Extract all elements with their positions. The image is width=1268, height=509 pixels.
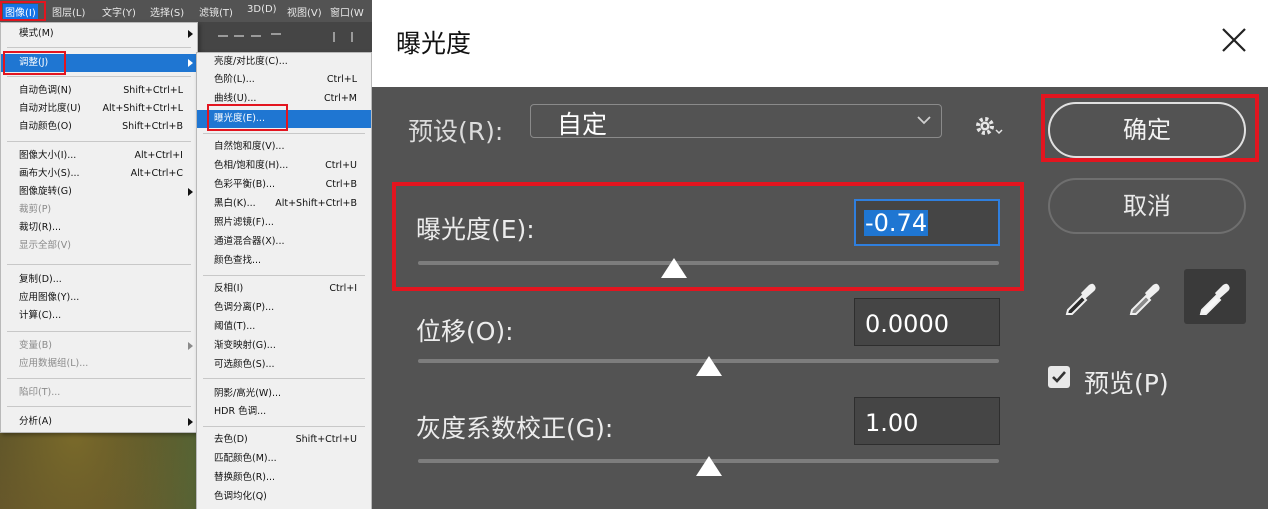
menu-select[interactable]: 选择(S) (150, 4, 184, 19)
menu-item-selective-color[interactable]: 可选颜色(S)... (197, 356, 371, 374)
menu-item-threshold[interactable]: 阈值(T)... (197, 318, 371, 336)
menu-item-posterize[interactable]: 色调分离(P)... (197, 299, 371, 317)
menu-item-levels[interactable]: 色阶(L)... Ctrl+L (197, 71, 371, 89)
offset-label: 位移(O): (416, 317, 514, 346)
offset-value: 0.0000 (865, 310, 949, 338)
cancel-button[interactable]: 取消 (1048, 178, 1246, 234)
menu-item-invert[interactable]: 反相(I) Ctrl+I (197, 280, 371, 298)
menu-item-match-color[interactable]: 匹配颜色(M)... (197, 450, 371, 468)
menu-type[interactable]: 文字(Y) (102, 4, 136, 19)
menu-item-photo-filter[interactable]: 照片滤镜(F)... (197, 214, 371, 232)
menu-item-vibrance[interactable]: 自然饱和度(V)... (197, 138, 371, 156)
gray-point-eyedropper-icon[interactable] (1126, 278, 1164, 316)
offset-input[interactable]: 0.0000 (854, 298, 1000, 346)
menu-item-black-white[interactable]: 黑白(K)... Alt+Shift+Ctrl+B (197, 195, 371, 213)
gamma-value: 1.00 (865, 409, 919, 437)
menu-item-image-rotation[interactable]: 图像旋转(G) (1, 183, 197, 201)
preview-checkbox[interactable] (1048, 366, 1070, 388)
menu-item-brightness-contrast[interactable]: 亮度/对比度(C)... (197, 53, 371, 71)
menu-item-calculations[interactable]: 计算(C)... (1, 307, 197, 325)
menu-separator (7, 378, 191, 379)
menu-separator (203, 275, 365, 276)
menu-layer[interactable]: 图层(L) (52, 4, 85, 19)
options-toolbar (196, 22, 372, 52)
menu-separator (7, 47, 191, 48)
menu-item-variables: 变量(B) (1, 337, 197, 355)
preview-label: 预览(P) (1084, 369, 1169, 398)
white-point-eyedropper-button[interactable] (1184, 269, 1246, 324)
menu-view[interactable]: 视图(V) (287, 4, 322, 19)
exposure-dialog: 曝光度 预设(R): 自定 曝光度(E): -0.74 位移(O): 0.000… (372, 0, 1268, 509)
gear-icon[interactable] (974, 114, 1004, 140)
gamma-input[interactable]: 1.00 (854, 397, 1000, 445)
menu-item-replace-color[interactable]: 替换颜色(R)... (197, 469, 371, 487)
annotation-box-exposure-item (207, 104, 288, 131)
menu-item-trap: 陷印(T)... (19, 387, 61, 398)
menu-item-shadows-highlights[interactable]: 阴影/高光(W)... (197, 385, 371, 403)
submenu-arrow-icon (188, 418, 193, 426)
preset-value: 自定 (557, 110, 608, 139)
menu-item-gradient-map[interactable]: 渐变映射(G)... (197, 337, 371, 355)
menu-filter[interactable]: 滤镜(T) (199, 4, 233, 19)
menu-window[interactable]: 窗口(W (330, 4, 364, 19)
image-menu: 模式(M) 调整(J) 自动色调(N) Shift+Ctrl+L 自动对比度(U)… (0, 22, 198, 433)
close-icon[interactable] (1220, 26, 1248, 54)
menu-separator (203, 426, 365, 427)
submenu-arrow-icon (188, 188, 193, 196)
align-icons (218, 32, 353, 42)
menu-item-color-balance[interactable]: 色彩平衡(B)... Ctrl+B (197, 176, 371, 194)
chevron-down-icon (917, 116, 931, 125)
dialog-title-bar: 曝光度 (372, 0, 1268, 87)
submenu-arrow-icon (188, 30, 193, 38)
menu-item-canvas-size[interactable]: 画布大小(S)... Alt+Ctrl+C (1, 165, 197, 183)
white-point-eyedropper-icon (1199, 283, 1230, 315)
menu-separator (7, 264, 191, 265)
menu-item-channel-mixer[interactable]: 通道混合器(X)... (197, 233, 371, 251)
dialog-title: 曝光度 (396, 29, 472, 58)
menu-item-equalize[interactable]: 色调均化(Q) (197, 488, 371, 506)
preset-label: 预设(R): (408, 117, 504, 146)
menu-item-trim[interactable]: 裁切(R)... (1, 219, 197, 237)
menu-separator (203, 133, 365, 134)
menu-item-duplicate[interactable]: 复制(D)... (1, 271, 197, 289)
menu-item-hue-saturation[interactable]: 色相/饱和度(H)... Ctrl+U (197, 157, 371, 175)
black-point-eyedropper-icon[interactable] (1062, 278, 1100, 316)
photoshop-window: 图像(I) 图层(L) 文字(Y) 选择(S) 滤镜(T) 3D(D) 视图(V… (0, 0, 372, 509)
menu-item-reveal-all: 显示全部(V) (19, 240, 71, 251)
annotation-box-exposure-control (392, 182, 1024, 291)
annotation-box-adjustments (3, 51, 66, 75)
menu-3d[interactable]: 3D(D) (247, 4, 277, 15)
preset-dropdown[interactable]: 自定 (530, 104, 942, 139)
submenu-arrow-icon (188, 342, 193, 350)
checkmark-icon (1052, 371, 1066, 383)
menu-item-desaturate[interactable]: 去色(D) Shift+Ctrl+U (197, 431, 371, 449)
offset-slider-thumb[interactable] (695, 356, 722, 376)
menu-separator (7, 406, 191, 407)
gamma-slider-thumb[interactable] (695, 456, 722, 476)
submenu-arrow-icon (188, 59, 193, 67)
menu-item-image-size[interactable]: 图像大小(I)... Alt+Ctrl+I (1, 147, 197, 165)
menu-item-color-lookup[interactable]: 颜色查找... (197, 252, 371, 270)
menu-item-auto-contrast[interactable]: 自动对比度(U) Alt+Shift+Ctrl+L (1, 100, 197, 118)
gamma-label: 灰度系数校正(G): (416, 414, 614, 443)
menu-bar: 图像(I) 图层(L) 文字(Y) 选择(S) 滤镜(T) 3D(D) 视图(V… (0, 0, 372, 23)
annotation-box-ok-button (1041, 94, 1259, 162)
menu-separator (7, 331, 191, 332)
menu-item-hdr-toning[interactable]: HDR 色调... (197, 403, 371, 421)
menu-item-auto-color[interactable]: 自动颜色(O) Shift+Ctrl+B (1, 118, 197, 136)
menu-separator (7, 141, 191, 142)
menu-item-crop: 裁剪(P) (19, 204, 52, 215)
menu-separator (7, 76, 191, 77)
menu-item-apply-data-set: 应用数据组(L)... (19, 358, 89, 369)
annotation-box-image-menu (0, 1, 46, 21)
menu-item-apply-image[interactable]: 应用图像(Y)... (1, 289, 197, 307)
menu-item-analysis[interactable]: 分析(A) (1, 413, 197, 431)
menu-separator (203, 378, 365, 379)
menu-item-mode[interactable]: 模式(M) (1, 25, 197, 43)
menu-item-auto-tone[interactable]: 自动色调(N) Shift+Ctrl+L (1, 82, 197, 100)
